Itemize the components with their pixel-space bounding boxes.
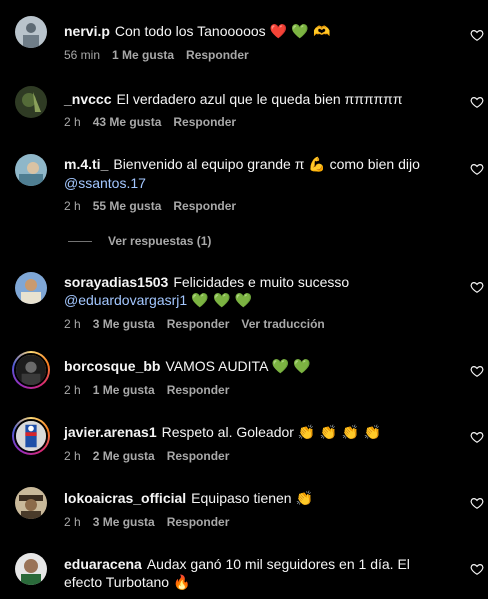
heart-icon[interactable]: [470, 364, 484, 378]
comment-username[interactable]: borcosque_bb: [64, 358, 160, 374]
reply-button[interactable]: Responder: [186, 48, 249, 62]
comment-meta: 56 min 1 Me gusta Responder: [64, 48, 249, 62]
comment-emoji: 👏 👏 👏 👏: [297, 425, 381, 441]
comment-time[interactable]: 2 h: [64, 515, 81, 529]
comment-emoji: 💪: [308, 157, 326, 173]
comment-meta: 2 h 43 Me gusta Responder: [64, 115, 236, 129]
comment-body: Felicidades e muito sucesso: [173, 274, 350, 290]
view-replies-label: Ver respuestas (1): [108, 234, 212, 248]
comment-meta: 2 h 2 Me gusta Responder: [64, 449, 229, 463]
comment-text: javier.arenas1 Respeto al. Goleador 👏 👏 👏…: [64, 423, 444, 442]
comment-body: Bienvenido al equipo grande π: [113, 156, 305, 172]
comment-body-continued: como bien dijo: [329, 156, 420, 172]
comment-emoji: 💚 💚: [271, 359, 311, 375]
comment-likes[interactable]: 3 Me gusta: [93, 515, 155, 529]
comment-emoji: ❤️ 💚 🫶: [269, 24, 331, 40]
heart-icon[interactable]: [470, 28, 484, 42]
comment-username[interactable]: javier.arenas1: [64, 424, 157, 440]
avatar[interactable]: [15, 16, 47, 48]
reply-button[interactable]: Responder: [167, 383, 230, 397]
avatar[interactable]: [15, 86, 47, 118]
avatar[interactable]: [15, 154, 47, 186]
comment-likes[interactable]: 3 Me gusta: [93, 317, 155, 331]
heart-icon[interactable]: [470, 280, 484, 294]
comment-body: Respeto al. Goleador: [161, 424, 294, 440]
comment-time[interactable]: 2 h: [64, 383, 81, 397]
comment-username[interactable]: nervi.p: [64, 23, 110, 39]
comment-text: borcosque_bb VAMOS AUDITA 💚 💚: [64, 357, 444, 376]
comment-likes[interactable]: 55 Me gusta: [93, 199, 162, 213]
comment-username[interactable]: m.4.ti_: [64, 156, 108, 172]
comment-meta: 2 h 1 Me gusta Responder: [64, 383, 229, 397]
heart-icon[interactable]: [470, 562, 484, 576]
comment-body: Con todo los Tanooooos: [114, 23, 266, 39]
comment-likes[interactable]: 2 Me gusta: [93, 449, 155, 463]
comment-username[interactable]: lokoaicras_official: [64, 490, 186, 506]
mention-link[interactable]: @ssantos.17: [64, 175, 146, 191]
avatar[interactable]: [15, 487, 47, 519]
comment-text: _nvccc El verdadero azul que le queda bie…: [64, 90, 444, 108]
heart-icon[interactable]: [470, 162, 484, 176]
comment-text: sorayadias1503 Felicidades e muito sucess…: [64, 273, 444, 310]
comment-time[interactable]: 2 h: [64, 317, 81, 331]
comment-body: Equipaso tienen: [191, 490, 292, 506]
view-replies-button[interactable]: Ver respuestas (1): [68, 234, 211, 248]
comment-emoji: 👏: [295, 491, 313, 507]
avatar-story-ring[interactable]: [12, 351, 50, 389]
comment-text: lokoaicras_official Equipaso tienen 👏: [64, 489, 444, 508]
comment-emoji: 🔥: [172, 575, 191, 591]
avatar[interactable]: [15, 553, 47, 585]
comment-likes[interactable]: 1 Me gusta: [112, 48, 174, 62]
divider-line: [68, 240, 92, 242]
comment-username[interactable]: eduaracena: [64, 556, 142, 572]
comment-meta: 2 h 55 Me gusta Responder: [64, 199, 236, 213]
comment-time[interactable]: 56 min: [64, 48, 100, 62]
heart-icon[interactable]: [470, 496, 484, 510]
comment-username[interactable]: sorayadias1503: [64, 274, 168, 290]
comment-likes[interactable]: 1 Me gusta: [93, 383, 155, 397]
reply-button[interactable]: Responder: [173, 199, 236, 213]
reply-button[interactable]: Responder: [167, 449, 230, 463]
avatar-story-ring[interactable]: [12, 417, 50, 455]
reply-button[interactable]: Responder: [173, 115, 236, 129]
mention-link[interactable]: @eduardovargasrj1: [64, 292, 187, 308]
comment-time[interactable]: 2 h: [64, 449, 81, 463]
comment-text: eduaracena Audax ganó 10 mil seguidores e…: [64, 555, 444, 592]
comment-time[interactable]: 2 h: [64, 115, 81, 129]
translate-button[interactable]: Ver traducción: [241, 317, 324, 331]
comment-meta: 2 h 3 Me gusta Responder Ver traducción: [64, 317, 325, 331]
heart-icon[interactable]: [470, 95, 484, 109]
comment-body: El verdadero azul que le queda bien ππππ…: [116, 91, 403, 107]
comment-text: m.4.ti_ Bienvenido al equipo grande π 💪 c…: [64, 155, 444, 192]
reply-button[interactable]: Responder: [167, 515, 230, 529]
comment-meta: 2 h 3 Me gusta Responder: [64, 515, 229, 529]
comment-text: nervi.p Con todo los Tanooooos ❤️ 💚 🫶: [64, 22, 444, 41]
avatar[interactable]: [15, 272, 47, 304]
comment-likes[interactable]: 43 Me gusta: [93, 115, 162, 129]
comment-time[interactable]: 2 h: [64, 199, 81, 213]
heart-icon[interactable]: [470, 430, 484, 444]
reply-button[interactable]: Responder: [167, 317, 230, 331]
comment-emoji: 💚 💚 💚: [191, 293, 253, 309]
comment-username[interactable]: _nvccc: [64, 91, 111, 107]
comment-body: VAMOS AUDITA: [165, 358, 268, 374]
